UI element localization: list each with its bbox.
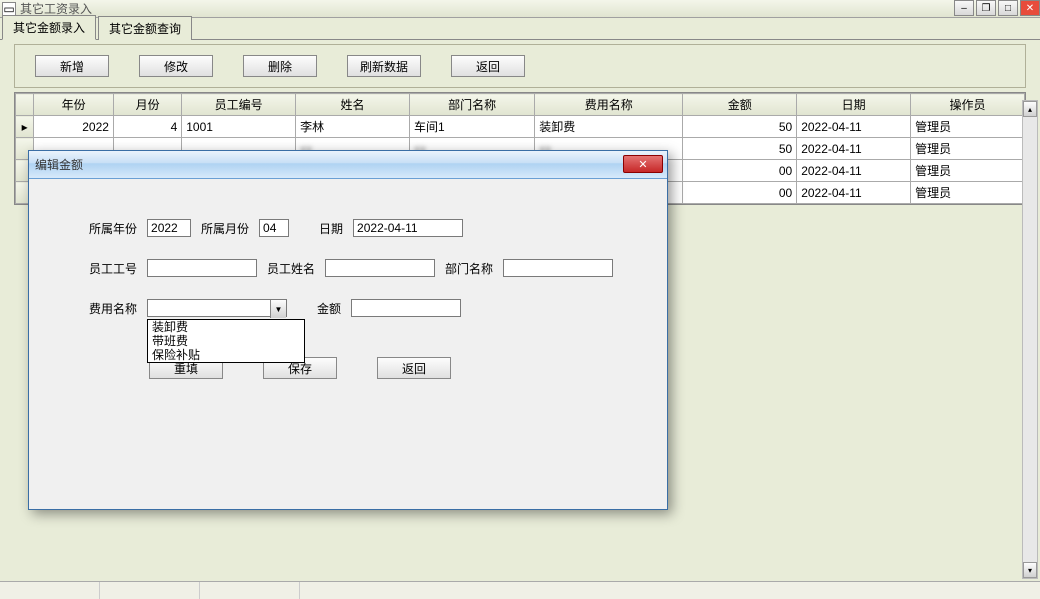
feename-input[interactable] [147,299,287,317]
label-feename: 费用名称 [89,300,137,317]
maximize-button[interactable]: □ [998,0,1018,16]
cell-operator: 管理员 [911,138,1025,160]
dept-field[interactable] [503,259,613,277]
window-controls: – ❐ □ ✕ [954,0,1040,16]
cell-operator: 管理员 [911,116,1025,138]
dialog-body: 所属年份 所属月份 日期 员工工号 员工姓名 部门名称 费用名称 ▼ 装卸费 带… [29,179,667,389]
status-cell-2 [100,582,200,599]
dialog-close-button[interactable]: ✕ [623,155,663,173]
col-date[interactable]: 日期 [797,94,911,116]
fee-option-0[interactable]: 装卸费 [148,320,304,334]
tab-entry[interactable]: 其它金额录入 [2,15,96,40]
col-year[interactable]: 年份 [34,94,114,116]
cell-operator: 管理员 [911,182,1025,204]
label-date: 日期 [319,220,343,237]
feename-dropdown-list[interactable]: 装卸费 带班费 保险补贴 [147,319,305,363]
cell-date: 2022-04-11 [797,138,911,160]
empname-field[interactable] [325,259,435,277]
row-indicator: ▸ [16,116,34,138]
cell-date: 2022-04-11 [797,116,911,138]
table-row[interactable]: ▸202241001李林车间1装卸费502022-04-11管理员 [16,116,1025,138]
tabstrip: 其它金额录入 其它金额查询 [0,18,1040,40]
label-empno: 员工工号 [89,260,137,277]
status-cell-3 [200,582,300,599]
feename-combo[interactable]: ▼ 装卸费 带班费 保险补贴 [147,299,287,317]
refresh-button[interactable]: 刷新数据 [347,55,421,77]
date-field[interactable] [353,219,463,237]
cell-fee: 装卸费 [535,116,683,138]
cell-operator: 管理员 [911,160,1025,182]
empno-field[interactable] [147,259,257,277]
toolbar: 新增 修改 删除 刷新数据 返回 [14,44,1026,88]
label-amount: 金额 [317,300,341,317]
cell-dept: 车间1 [410,116,535,138]
cell-amount: 50 [683,116,797,138]
label-empname: 员工姓名 [267,260,315,277]
dialog-back-button[interactable]: 返回 [377,357,451,379]
amount-field[interactable] [351,299,461,317]
restore-button[interactable]: ❐ [976,0,996,16]
cell-year: 2022 [34,116,114,138]
cell-name: 李林 [296,116,410,138]
col-name[interactable]: 姓名 [296,94,410,116]
close-button[interactable]: ✕ [1020,0,1040,16]
col-amount[interactable]: 金额 [683,94,797,116]
year-field[interactable] [147,219,191,237]
edit-button[interactable]: 修改 [139,55,213,77]
vertical-scrollbar[interactable]: ▴ ▾ [1022,100,1038,579]
cell-date: 2022-04-11 [797,160,911,182]
cell-month: 4 [113,116,181,138]
label-dept: 部门名称 [445,260,493,277]
fee-option-1[interactable]: 带班费 [148,334,304,348]
app-icon: ▭ [2,2,16,16]
dialog-title: 编辑金额 [35,156,83,173]
scroll-up-button[interactable]: ▴ [1023,101,1037,117]
scroll-track[interactable] [1023,117,1037,562]
chevron-down-icon[interactable]: ▼ [270,300,286,318]
tab-query[interactable]: 其它金额查询 [98,16,192,40]
cell-amount: 00 [683,160,797,182]
col-dept[interactable]: 部门名称 [410,94,535,116]
status-cell-1 [0,582,100,599]
delete-button[interactable]: 删除 [243,55,317,77]
col-operator[interactable]: 操作员 [911,94,1025,116]
label-year: 所属年份 [89,220,137,237]
col-month[interactable]: 月份 [113,94,181,116]
add-button[interactable]: 新增 [35,55,109,77]
status-bar [0,581,1040,599]
cell-date: 2022-04-11 [797,182,911,204]
row-indicator-header [16,94,34,116]
label-month: 所属月份 [201,220,249,237]
fee-option-2[interactable]: 保险补贴 [148,348,304,362]
table-header-row: 年份 月份 员工编号 姓名 部门名称 费用名称 金额 日期 操作员 [16,94,1025,116]
cell-empno: 1001 [182,116,296,138]
month-field[interactable] [259,219,289,237]
edit-amount-dialog: 编辑金额 ✕ 所属年份 所属月份 日期 员工工号 员工姓名 部门名称 费用名称 … [28,150,668,510]
col-fee[interactable]: 费用名称 [535,94,683,116]
scroll-down-button[interactable]: ▾ [1023,562,1037,578]
cell-amount: 00 [683,182,797,204]
col-empno[interactable]: 员工编号 [182,94,296,116]
minimize-button[interactable]: – [954,0,974,16]
dialog-titlebar[interactable]: 编辑金额 ✕ [29,151,667,179]
back-button[interactable]: 返回 [451,55,525,77]
cell-amount: 50 [683,138,797,160]
